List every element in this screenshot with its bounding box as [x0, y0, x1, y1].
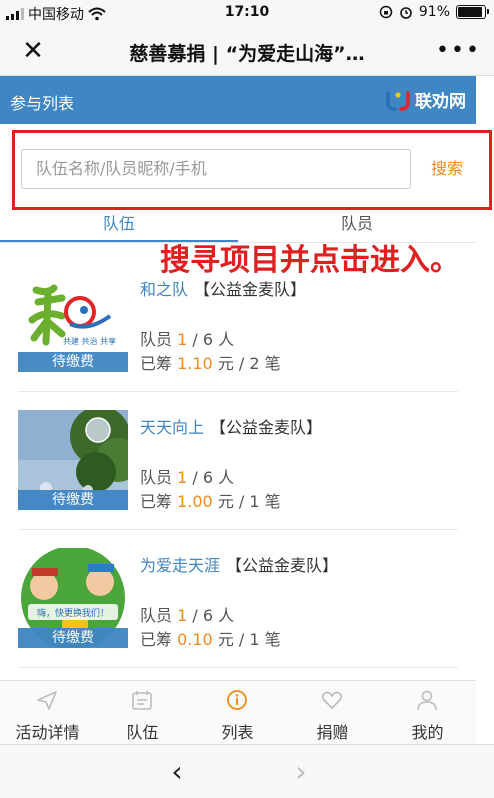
- annotation-text: 搜寻项目并点击进入。: [160, 243, 460, 278]
- members-count: 1: [177, 468, 188, 487]
- status-right: 91%: [379, 4, 489, 20]
- status-bar: 中国移动 17:10 91%: [0, 0, 494, 26]
- close-icon[interactable]: ✕: [18, 36, 48, 66]
- team-name[interactable]: 天天向上: [140, 418, 204, 437]
- bottom-tab-donate[interactable]: 捐赠: [285, 681, 380, 745]
- team-members: 队员 1 / 6 人: [140, 326, 234, 350]
- bottom-tab-activity[interactable]: 活动详情: [0, 681, 95, 745]
- tab-team[interactable]: 队伍: [0, 210, 238, 234]
- members-label: 队员: [140, 468, 173, 487]
- members-total: / 6 人: [192, 606, 235, 625]
- brand-logo: 联劝网: [385, 87, 466, 112]
- team-thumbnail: 待缴费: [18, 410, 128, 510]
- search-input[interactable]: 队伍名称/队员昵称/手机: [21, 149, 411, 189]
- back-button[interactable]: ‹: [160, 755, 194, 789]
- team-title: 天天向上 【公益金麦队】: [140, 414, 322, 438]
- team-group: 【公益金麦队】: [210, 418, 323, 437]
- list-header-title: 参与列表: [10, 94, 75, 113]
- raised-label: 已筹: [140, 492, 173, 511]
- team-title: 和之队 【公益金麦队】: [140, 276, 306, 300]
- raised-suffix: 元 / 2 笔: [217, 354, 281, 373]
- battery-percent: 91%: [418, 4, 450, 20]
- info-icon: [227, 690, 247, 710]
- bottom-tab-label: 活动详情: [15, 723, 80, 742]
- team-raised: 已筹 1.10 元 / 2 笔: [140, 350, 281, 374]
- brand-mark-icon: [386, 90, 410, 111]
- members-count: 1: [177, 330, 188, 349]
- bottom-tab-label: 捐赠: [316, 723, 349, 742]
- team-group: 【公益金麦队】: [226, 556, 339, 575]
- status-badge: 待缴费: [18, 352, 128, 372]
- team-thumbnail: 共建 共治 共享 待缴费: [18, 272, 128, 372]
- raised-suffix: 元 / 1 笔: [217, 630, 281, 649]
- nav-bar: ✕ 慈善募捐 | “为爱走山海”… •••: [0, 26, 494, 76]
- status-badge: 待缴费: [18, 628, 128, 648]
- tab-bar: 队伍 队员: [0, 206, 476, 243]
- send-icon: [37, 691, 57, 710]
- team-name[interactable]: 为爱走天涯: [140, 556, 220, 575]
- status-badge: 待缴费: [18, 490, 128, 510]
- raised-label: 已筹: [140, 630, 173, 649]
- divider: [18, 667, 458, 668]
- team-name[interactable]: 和之队: [140, 280, 188, 299]
- team-thumbnail: 嗨，快更换我们！ 待缴费: [18, 548, 128, 648]
- raised-amount: 0.10: [177, 630, 213, 649]
- search-button[interactable]: 搜索: [419, 149, 475, 189]
- brand-name: 联劝网: [415, 92, 466, 112]
- team-members: 队员 1 / 6 人: [140, 464, 234, 488]
- tab-member[interactable]: 队员: [238, 210, 476, 234]
- team-raised: 已筹 0.10 元 / 1 笔: [140, 626, 281, 650]
- alarm-icon: [400, 7, 412, 19]
- bottom-tab-team[interactable]: 队伍: [95, 681, 190, 745]
- bottom-tab-mine[interactable]: 我的: [380, 681, 475, 745]
- members-count: 1: [177, 606, 188, 625]
- user-icon: [417, 690, 437, 711]
- more-icon[interactable]: •••: [436, 36, 479, 66]
- members-label: 队员: [140, 330, 173, 349]
- bottom-tab-bar: 活动详情 队伍 列表 捐赠 我的: [0, 680, 476, 744]
- members-total: / 6 人: [192, 330, 235, 349]
- list-header: 参与列表 联劝网: [0, 76, 476, 124]
- raised-amount: 1.10: [177, 354, 213, 373]
- team-group: 【公益金麦队】: [194, 280, 307, 299]
- list-item[interactable]: 嗨，快更换我们！ 待缴费 为爱走天涯 【公益金麦队】 队员 1 / 6 人 已筹 …: [18, 530, 458, 668]
- battery-icon: [456, 5, 489, 19]
- thumb-caption: 嗨，快更换我们！: [37, 607, 109, 619]
- forward-button[interactable]: ›: [284, 755, 318, 789]
- search-highlight-box: 队伍名称/队员昵称/手机 搜索: [12, 130, 492, 210]
- browser-toolbar: ‹ ›: [0, 744, 494, 798]
- team-title: 为爱走天涯 【公益金麦队】: [140, 552, 338, 576]
- members-label: 队员: [140, 606, 173, 625]
- raised-suffix: 元 / 1 笔: [217, 492, 281, 511]
- raised-label: 已筹: [140, 354, 173, 373]
- page-title: 慈善募捐 | “为爱走山海”…: [129, 43, 365, 65]
- team-raised: 已筹 1.00 元 / 1 笔: [140, 488, 281, 512]
- team-members: 队员 1 / 6 人: [140, 602, 234, 626]
- heart-icon: [321, 691, 343, 710]
- thumb-caption: 共建 共治 共享: [63, 336, 116, 346]
- bottom-tab-label: 我的: [411, 723, 444, 742]
- raised-amount: 1.00: [177, 492, 213, 511]
- members-total: / 6 人: [192, 468, 235, 487]
- bottom-tab-list[interactable]: 列表: [190, 681, 285, 745]
- bottom-tab-label: 列表: [221, 723, 254, 742]
- list-item[interactable]: 待缴费 天天向上 【公益金麦队】 队员 1 / 6 人 已筹 1.00 元 / 1…: [18, 392, 458, 530]
- team-icon: [132, 691, 152, 710]
- rotation-lock-icon: [379, 5, 393, 19]
- bottom-tab-label: 队伍: [126, 723, 159, 742]
